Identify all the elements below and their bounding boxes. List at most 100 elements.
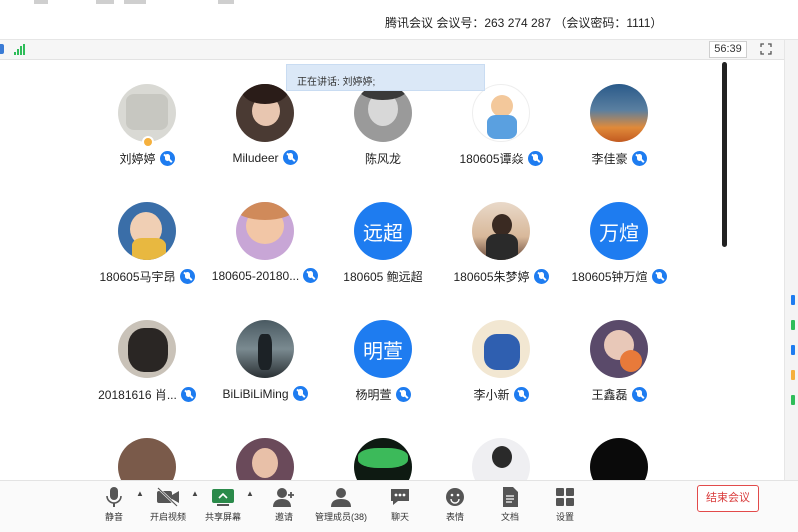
top-fragment [34,0,48,4]
participant-name: 刘婷婷 [119,152,156,166]
participant-tile[interactable]: 远超 180605 鲍远超 [324,180,442,290]
info-icon[interactable] [0,44,4,54]
video-off-icon [157,487,179,507]
mic-muted-icon [533,269,549,284]
members-icon [331,488,351,507]
participant-name: 李小新 [473,388,510,402]
participant-name: 180605钟万煊 [571,270,648,284]
participant-name: 陈风龙 [364,152,401,166]
participant-name: 180605-20180... [211,268,300,283]
settings-label: 设置 [555,512,574,522]
share-screen-button[interactable]: 共享屏幕 [193,481,253,532]
invite-user-icon [273,488,294,507]
participant-tile[interactable]: BiLiBiLiMing [206,298,324,408]
share-screen-label: 共享屏幕 [204,512,241,522]
chat-label: 聊天 [390,512,409,522]
bottom-toolbar: 静音 ▲ 开启视频 ▲ 共享屏幕 ▲ 邀请 管理成员(38) 聊天 表情 文档 … [0,480,798,532]
host-badge-icon [142,136,154,148]
participant-name: 180605谭焱 [459,152,524,166]
participant-name: BiLiBiLiMing [222,386,289,401]
settings-button[interactable]: 设置 [535,481,595,532]
reactions-label: 表情 [445,512,464,522]
mic-muted-icon [303,268,319,283]
mic-muted-icon [527,151,543,166]
mute-label: 静音 [104,512,123,522]
grid-scrollbar[interactable] [722,62,727,247]
participant-tile[interactable]: 李小新 [442,298,560,408]
chevron-up-icon[interactable]: ▲ [246,489,254,498]
speaking-banner: 正在讲话: 刘婷婷; [286,64,485,91]
invite-button[interactable]: 邀请 [254,481,314,532]
mute-button[interactable]: 静音 [84,481,144,532]
participant-tile[interactable]: 万煊 180605钟万煊 [560,180,678,290]
avatar [118,84,176,142]
manage-members-label: 管理成员(38) [314,512,367,522]
chat-button[interactable]: 聊天 [370,481,430,532]
participant-name: 20181616 肖... [98,388,177,402]
top-fragment [96,0,114,4]
avatar: 万煊 [590,202,648,260]
end-meeting-button[interactable]: 结束会议 [697,485,759,512]
avatar [590,320,648,378]
avatar [236,320,294,378]
participant-name: 杨明萱 [355,388,392,402]
mic-muted-icon [292,386,308,401]
invite-label: 邀请 [274,512,293,522]
side-panel-edge [784,40,798,480]
mic-muted-icon [180,387,196,402]
avatar [472,84,530,142]
docs-label: 文档 [500,512,519,522]
avatar [236,202,294,260]
participant-tile[interactable]: 刘婷婷 [88,62,206,172]
avatar [472,320,530,378]
title-bar: 腾讯会议 会议号：263 274 287 （会议密码：1111） [0,0,798,40]
participant-name: 李佳豪 [591,152,628,166]
avatar [590,84,648,142]
participant-name: 180605朱梦婷 [453,270,530,284]
avatar [236,84,294,142]
meeting-timer: 56:39 [709,41,747,58]
participant-tile[interactable]: 180605马宇昂 [88,180,206,290]
participant-name: 180605马宇昂 [99,270,176,284]
meeting-info-toolbar: 56:39 [0,40,784,60]
manage-members-button[interactable]: 管理成员(38) [311,481,371,532]
participant-tile[interactable]: 180605-20180... [206,180,324,290]
participant-tile[interactable]: 20181616 肖... [88,298,206,408]
chat-icon [391,489,409,505]
mic-muted-icon [631,151,647,166]
participant-tile[interactable]: 明萱 杨明萱 [324,298,442,408]
avatar [354,84,412,142]
participant-name: Miludeer [232,150,279,165]
mic-muted-icon [651,269,667,284]
avatar [118,202,176,260]
avatar: 明萱 [354,320,412,378]
start-video-button[interactable]: 开启视频 [138,481,198,532]
document-icon [503,487,518,507]
mic-muted-icon [513,387,529,402]
emoji-icon [446,488,464,506]
reactions-button[interactable]: 表情 [425,481,485,532]
participant-tile[interactable]: 王鑫磊 [560,298,678,408]
meeting-title: 腾讯会议 会议号：263 274 287 （会议密码：1111） [385,16,663,30]
mic-muted-icon [179,269,195,284]
settings-grid-icon [556,488,574,506]
avatar: 远超 [354,202,412,260]
signal-strength-icon[interactable] [14,44,25,55]
top-fragment [124,0,146,4]
avatar [118,320,176,378]
mic-muted-icon [282,150,298,165]
share-screen-icon [212,489,234,506]
participant-tile[interactable]: 李佳豪 [560,62,678,172]
mic-muted-icon [631,387,647,402]
participant-name: 180605 鲍远超 [343,270,423,284]
participant-tile[interactable]: 180605朱梦婷 [442,180,560,290]
top-fragment [218,0,234,4]
participant-name: 王鑫磊 [591,388,628,402]
start-video-label: 开启视频 [149,512,186,522]
fullscreen-icon[interactable] [760,43,772,55]
participant-grid: 刘婷婷 Miludeer 陈风龙 180605谭焱 李佳豪 180605马宇昂 [0,62,720,496]
avatar [472,202,530,260]
mic-muted-icon [395,387,411,402]
docs-button[interactable]: 文档 [480,481,540,532]
mic-muted-icon [159,151,175,166]
